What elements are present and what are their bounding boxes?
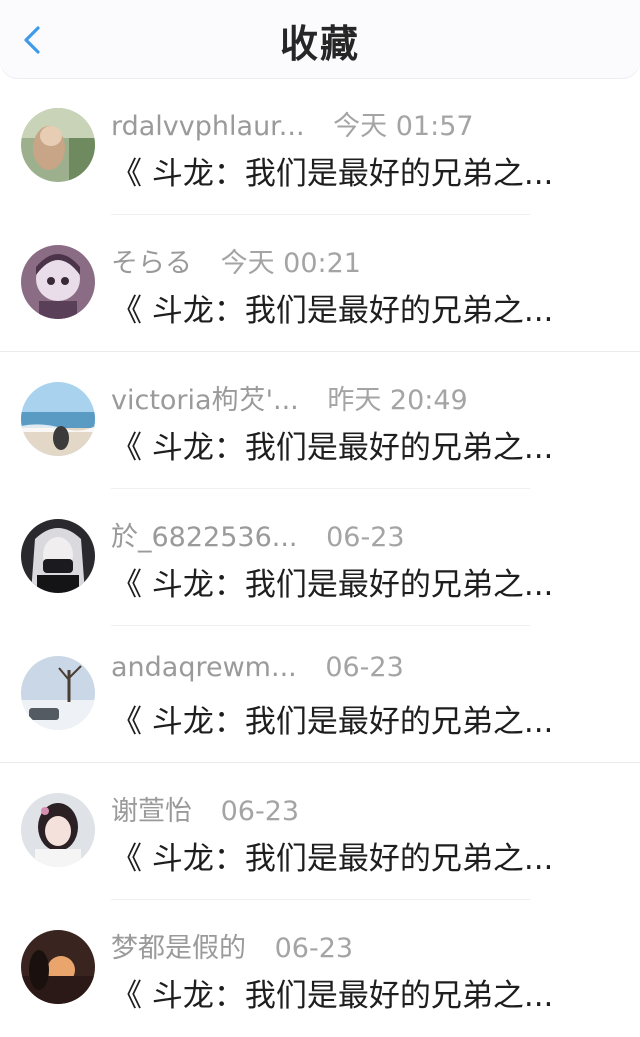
author-name: andaqrewm...: [111, 652, 297, 683]
avatar-girl-icon[interactable]: [21, 793, 95, 867]
timestamp: 06-23: [274, 933, 354, 964]
post-title: 《 斗龙：我们是最好的兄弟之...: [111, 841, 554, 877]
avatar-winter-icon[interactable]: [21, 656, 95, 730]
author-name: 谢萱怡: [111, 796, 192, 827]
avatar-anime-icon[interactable]: [21, 245, 95, 319]
timestamp: 06-23: [325, 652, 404, 683]
post-title: 《 斗龙：我们是最好的兄弟之...: [111, 430, 554, 466]
avatar-beach-icon[interactable]: [21, 382, 95, 456]
author-name: 梦都是假的: [111, 933, 246, 964]
post-title: 《 斗龙：我们是最好的兄弟之...: [111, 704, 554, 740]
author-name: 於_6822536...: [111, 522, 298, 553]
list-item[interactable]: 谢萱怡 06-23 《 斗龙：我们是最好的兄弟之...: [0, 763, 640, 900]
post-title: 《 斗龙：我们是最好的兄弟之...: [111, 567, 554, 603]
timestamp: 06-23: [326, 522, 405, 553]
list-item[interactable]: 梦都是假的 06-23 《 斗龙：我们是最好的兄弟之...: [0, 900, 640, 1037]
list-item[interactable]: andaqrewm... 06-23 《 斗龙：我们是最好的兄弟之...: [0, 626, 640, 763]
timestamp: 06-23: [220, 796, 300, 827]
post-title: 《 斗龙：我们是最好的兄弟之...: [111, 156, 554, 192]
author-name: そらる: [111, 248, 192, 279]
list-item[interactable]: victoria枸芡'... 昨天 20:49 《 斗龙：我们是最好的兄弟之..…: [0, 352, 640, 489]
list-item[interactable]: 於_6822536... 06-23 《 斗龙：我们是最好的兄弟之...: [0, 489, 640, 626]
post-title: 《 斗龙：我们是最好的兄弟之...: [111, 293, 554, 329]
list-item[interactable]: rdalvvphlaur... 今天 01:57 《 斗龙：我们是最好的兄弟之.…: [0, 78, 640, 215]
post-title: 《 斗龙：我们是最好的兄弟之...: [111, 978, 554, 1014]
author-name: victoria枸芡'...: [111, 385, 299, 416]
avatar-sunset-icon[interactable]: [21, 930, 95, 1004]
avatar-anime-masked-icon[interactable]: [21, 519, 95, 593]
top-bar: 收藏: [0, 0, 640, 78]
page-title: 收藏: [279, 22, 360, 66]
avatar-photo-icon[interactable]: [21, 108, 95, 182]
list-item[interactable]: そらる 今天 00:21 《 斗龙：我们是最好的兄弟之...: [0, 215, 640, 352]
timestamp: 昨天 20:49: [327, 385, 468, 416]
author-name: rdalvvphlaur...: [111, 111, 305, 142]
favorites-list: rdalvvphlaur... 今天 01:57 《 斗龙：我们是最好的兄弟之.…: [0, 78, 640, 1037]
timestamp: 今天 01:57: [333, 111, 474, 142]
timestamp: 今天 00:21: [220, 248, 361, 279]
